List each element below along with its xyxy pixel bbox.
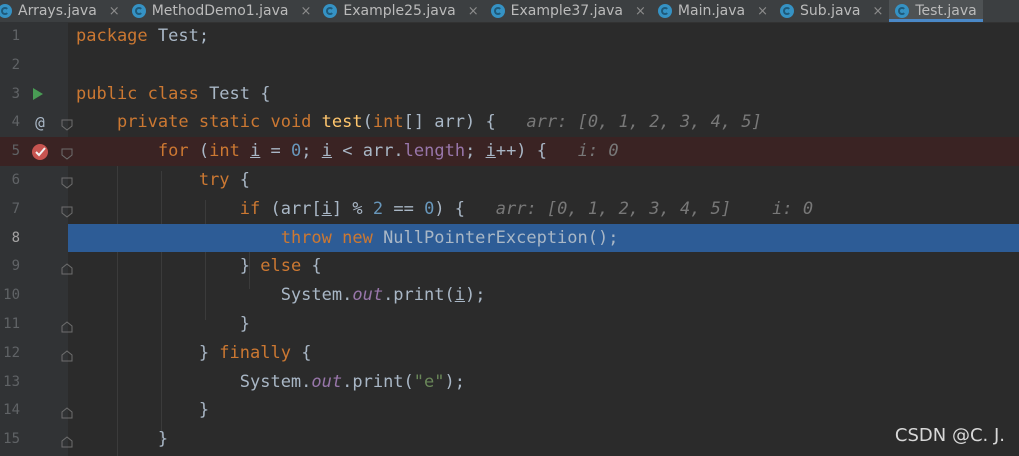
java-class-icon <box>323 4 338 18</box>
run-icon[interactable] <box>30 80 46 109</box>
code-line-15: } <box>0 425 1019 454</box>
line-number: 6 <box>11 172 20 188</box>
tab-label: Arrays.java <box>18 3 97 19</box>
close-icon[interactable]: × <box>109 4 120 19</box>
fold-marker-icon[interactable] <box>61 203 73 222</box>
debug-value-hint: i: 0 <box>772 198 814 219</box>
code-text: public class Test { <box>76 83 271 104</box>
breakpoint-icon[interactable] <box>31 137 49 166</box>
code-text: } else { <box>76 256 322 277</box>
fold-marker-icon[interactable] <box>61 404 73 423</box>
code-text: } <box>76 314 250 334</box>
editor-tab-bar: Arrays.java × MethodDemo1.java × Example25.j… <box>0 0 1019 23</box>
code-text: } <box>76 400 210 421</box>
tab-arrays[interactable]: Arrays.java × <box>0 0 126 22</box>
code-line-9: } else { <box>0 252 1019 281</box>
tab-label: MethodDemo1.java <box>151 3 289 19</box>
code-text: for (int i = 0; i < arr.length; i++) { i… <box>157 141 619 162</box>
fold-marker-icon[interactable] <box>61 145 73 164</box>
line-number: 3 <box>11 85 20 102</box>
at-annotation-icon[interactable]: @ <box>30 108 50 137</box>
line-number: 11 <box>3 316 20 332</box>
debug-value-hint: i: 0 <box>577 141 619 162</box>
line-number: 13 <box>3 373 20 390</box>
code-text: System.out.print(i); <box>76 285 486 306</box>
fold-marker-icon[interactable] <box>61 174 73 193</box>
code-text: private static void test(int[] arr) { ar… <box>116 112 762 133</box>
java-class-icon <box>0 4 12 18</box>
line-number: 12 <box>3 344 20 361</box>
code-text: } <box>76 429 169 450</box>
line-number: 8 <box>11 229 20 246</box>
code-line-13: System.out.print("e"); <box>0 368 1019 397</box>
java-class-icon <box>490 4 505 18</box>
code-line-3: public class Test { <box>0 80 1019 109</box>
close-icon[interactable]: × <box>872 4 883 19</box>
code-line-4: @ private static void test(int[] arr) { … <box>0 108 1019 137</box>
debug-value-hint: arr: [0, 1, 2, 3, 4, 5] <box>495 198 732 219</box>
code-line-10: System.out.print(i); <box>0 281 1019 310</box>
java-class-icon <box>895 4 910 18</box>
java-class-icon <box>131 4 146 18</box>
line-number: 10 <box>3 287 20 304</box>
fold-marker-icon[interactable] <box>61 260 73 279</box>
line-number: 5 <box>11 143 20 160</box>
debug-value-hint: arr: [0, 1, 2, 3, 4, 5] <box>526 112 762 133</box>
close-icon[interactable]: × <box>301 4 312 19</box>
tab-label: Main.java <box>677 3 746 19</box>
line-number: 2 <box>11 56 20 73</box>
tab-label: Test.java <box>915 3 977 19</box>
code-text: package Test; <box>76 26 210 46</box>
tab-sub[interactable]: Sub.java × <box>774 0 889 22</box>
code-line-7: if (arr[i] % 2 == 0) { arr: [0, 1, 2, 3,… <box>0 195 1019 224</box>
line-number: 14 <box>3 402 20 419</box>
code-line-11: } <box>0 310 1019 339</box>
close-icon[interactable]: × <box>635 4 646 19</box>
tab-example37[interactable]: Example37.java × <box>485 0 652 22</box>
tab-methoddemo1[interactable]: MethodDemo1.java × <box>126 0 318 22</box>
close-icon[interactable]: × <box>757 4 768 19</box>
tab-example25[interactable]: Example25.java × <box>317 0 484 22</box>
watermark: CSDN @C. J. <box>894 425 1005 446</box>
code-line-6: try { <box>0 166 1019 195</box>
line-number: 7 <box>11 200 20 217</box>
code-line-1: package Test; <box>0 22 1019 51</box>
code-line-14: } <box>0 396 1019 425</box>
fold-marker-icon[interactable] <box>61 318 73 337</box>
tab-main[interactable]: Main.java × <box>652 0 774 22</box>
code-text: if (arr[i] % 2 == 0) { arr: [0, 1, 2, 3,… <box>239 198 814 219</box>
code-editor[interactable]: package Test; public class Test { @ priv… <box>0 22 1019 456</box>
java-class-icon <box>657 4 672 18</box>
fold-marker-icon[interactable] <box>61 116 73 135</box>
fold-marker-icon[interactable] <box>61 347 73 366</box>
line-number: 1 <box>11 28 20 44</box>
java-class-icon <box>780 4 795 18</box>
code-line-8: throw new NullPointerException(); <box>0 224 1019 253</box>
code-line-5: for (int i = 0; i < arr.length; i++) { i… <box>0 137 1019 166</box>
code-text: throw new NullPointerException(); <box>280 227 619 248</box>
line-number: 4 <box>11 114 20 131</box>
line-number: 9 <box>11 258 20 275</box>
code-text: try { <box>198 170 251 190</box>
fold-marker-icon[interactable] <box>61 433 73 452</box>
tab-label: Example25.java <box>343 3 456 19</box>
code-text: System.out.print("e"); <box>76 371 465 392</box>
tab-test[interactable]: Test.java <box>889 0 984 22</box>
close-icon[interactable]: × <box>468 4 479 19</box>
code-line-12: } finally { <box>0 339 1019 368</box>
tab-label: Sub.java <box>800 3 861 19</box>
tab-label: Example37.java <box>510 3 623 19</box>
line-number: 15 <box>3 431 20 448</box>
code-text: } finally { <box>76 342 312 363</box>
